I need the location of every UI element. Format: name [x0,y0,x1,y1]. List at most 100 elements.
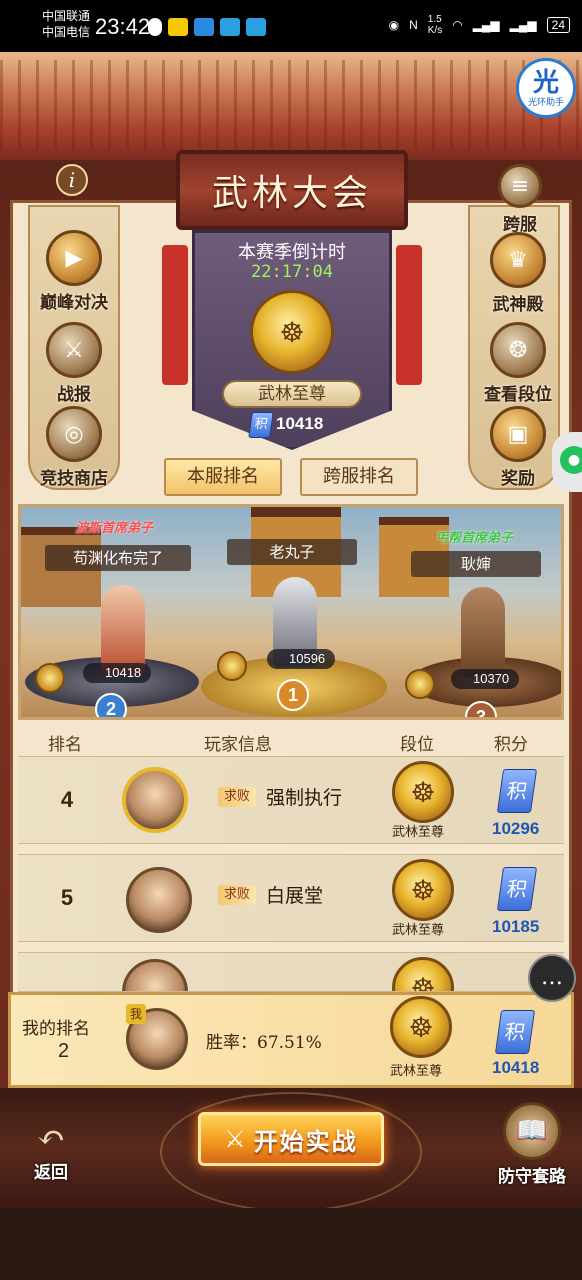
player-name: 强制执行 [266,787,343,809]
row-dan: 武林至尊 [392,923,445,938]
start-battle-button[interactable]: ⚔ 开始实战 [198,1112,384,1166]
shop-icon: ◎ [46,406,102,462]
my-score: 10418 [492,1058,540,1077]
helper-float-button[interactable]: 光 光环助手 [516,58,576,118]
fighter-3rd[interactable] [461,587,505,677]
table-row[interactable]: 4 求败 强制执行 ☸ 武林至尊 积 10296 [18,756,564,844]
clock: 23:42 [95,14,151,39]
rank-crest-icon [217,651,247,681]
temple-icon: ♛ [490,232,546,288]
defense-routine-label: 防守套路 [498,1167,566,1187]
battle-report-label: 战报 [57,385,91,405]
tab-cross-server-ranking[interactable]: 跨服排名 [300,458,418,496]
eye-icon: ◉ [388,18,400,32]
lower-ground [0,1208,582,1280]
war-god-hall-label: 武神殿 [492,295,544,315]
player-name-1st: 老丸子 [227,539,357,565]
avatar[interactable] [122,767,188,833]
defense-routine-button[interactable]: 📖 防守套路 [486,1102,578,1187]
player-name: 白展堂 [266,885,324,907]
table-row[interactable]: ☸ [18,952,564,992]
my-rank-label: 我的排名 [22,1019,90,1039]
signal-icon: ▂▄▆ [472,18,500,32]
wifi-icon: ◠ [452,18,463,32]
score-token-icon: 积 [496,769,538,813]
player-title-2nd: 波斯首席弟子 [75,521,154,536]
score-token-icon: 积 [494,1010,536,1054]
rank-crest-icon: ❂ [490,322,546,378]
table-row[interactable]: 5 求败 白展堂 ☸ 武林至尊 积 10185 [18,854,564,942]
notification-icons [148,18,266,36]
list-icon: ≡ [498,164,542,208]
seek-defeat-tag: 求败 [218,885,257,905]
reward-label: 奖励 [501,469,535,489]
fighter-2nd[interactable] [101,585,145,675]
row-score: 10296 [492,819,540,838]
battle-report-button[interactable]: ⚔ 战报 [32,322,116,405]
rank-crest-icon: ☸ [390,996,452,1058]
heart-icon [148,18,162,36]
chat-bubble-button[interactable]: … [528,954,576,1002]
app-icon [194,18,214,36]
row-rank: 4 [60,787,74,812]
col-rank-header: 排名 [48,735,82,755]
rank-crest-icon [405,669,435,699]
me-tag: 我 [126,1004,146,1024]
book-icon: 📖 [503,1102,561,1160]
play-icon: ▶ [46,230,102,286]
row-dan: 武林至尊 [392,825,445,840]
rank-crest-icon [35,663,65,693]
score-token-icon: 积 [248,412,274,438]
page-title: 武林大会 [211,173,372,214]
carrier-2: 中国电信 [42,25,91,39]
my-dan: 武林至尊 [390,1064,443,1079]
wechat-icon[interactable]: ● [560,446,582,474]
avatar[interactable] [122,959,188,991]
place-badge-2: 2 [95,693,127,717]
row-score: 10185 [492,917,540,936]
ribbon-left [162,245,188,385]
system-icons: ◉ N 1.5 K/s ◠ ▂▄▆ ▂▄▆ 24 [389,14,570,36]
war-god-hall-button[interactable]: ♛ 武神殿 [476,232,560,315]
helper-label: 光环助手 [527,96,564,107]
app-icon [168,18,188,36]
back-arrow-icon: ↶ [36,1118,66,1158]
status-bar: 中国联通 中国电信 23:42 ◉ N 1.5 K/s ◠ ▂▄▆ ▂▄▆ 24 [0,0,582,52]
rank-crest-icon: ☸ [392,957,454,991]
peak-duel-label: 巅峰对决 [40,293,108,313]
col-dan-header: 段位 [400,735,434,755]
col-score-header: 积分 [494,735,528,755]
cross-server-button[interactable]: ≡ 跨服 [478,164,562,235]
arena-shop-button[interactable]: ◎ 竞技商店 [32,406,116,489]
info-button[interactable]: i [56,164,88,196]
back-label: 返回 [34,1163,68,1183]
avatar[interactable] [126,867,192,933]
podium-arena: 波斯首席弟子 丐帮首席弟子 老丸子 苟渊化布完了 耿婶 10596 10418 … [18,504,564,720]
signal-icon: ▂▄▆ [509,18,537,32]
view-rank-button[interactable]: ❂ 查看段位 [476,322,560,405]
reward-button[interactable]: ▣ 奖励 [476,406,560,489]
seek-defeat-tag: 求败 [218,787,257,807]
battery-icon: 24 [546,17,570,33]
score-token-icon: 积 [496,867,538,911]
back-button[interactable]: ↶ 返回 [16,1118,86,1183]
peak-duel-button[interactable]: ▶ 巅峰对决 [32,230,116,313]
player-name-3rd: 耿婶 [411,551,541,577]
carrier-1: 中国联通 [42,9,91,23]
rank-title: 武林至尊 [222,380,362,408]
podium-score-2nd: 10418 [83,663,152,683]
rank-crest-icon: ☸ [392,761,454,823]
app-icon [220,18,240,36]
player-title-3rd: 丐帮首席弟子 [435,531,514,546]
player-name-2nd: 苟渊化布完了 [45,545,191,571]
battle-report-icon: ⚔ [46,322,102,378]
season-score: 10418 [276,414,324,433]
crossed-swords-icon: ⚔ [224,1125,246,1153]
tab-local-ranking[interactable]: 本服排名 [164,458,282,496]
my-rank-value: 2 [58,1040,70,1062]
start-battle-label: 开始实战 [253,1126,358,1156]
arena-shop-label: 竞技商店 [40,469,108,489]
season-countdown: 22:17:04 [251,262,333,282]
roof-tiles [0,60,582,150]
rank-crest-icon: ☸ [392,859,454,921]
